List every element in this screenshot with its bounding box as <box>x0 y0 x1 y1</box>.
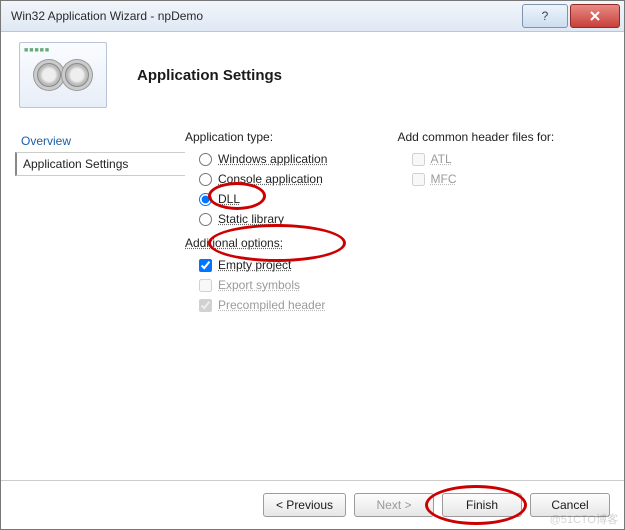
main-panel: Application type: Windows application Co… <box>185 122 610 480</box>
header: ■■■■■ Application Settings <box>1 32 624 116</box>
sidebar-item-application-settings[interactable]: Application Settings <box>15 152 185 176</box>
checkbox-input <box>412 153 425 166</box>
radio-input[interactable] <box>199 153 212 166</box>
footer: < Previous Next > Finish Cancel <box>1 480 624 529</box>
radio-dll[interactable]: DLL <box>199 190 398 208</box>
sidebar: Overview Application Settings <box>15 122 185 480</box>
checkbox-input <box>412 173 425 186</box>
next-button: Next > <box>354 493 434 517</box>
page-title: Application Settings <box>137 67 282 84</box>
left-column: Application type: Windows application Co… <box>185 130 398 480</box>
app-type-label: Application type: <box>185 130 398 144</box>
checkbox-input[interactable] <box>199 259 212 272</box>
checkbox-label: ATL <box>431 152 452 166</box>
check-atl: ATL <box>412 150 611 168</box>
close-icon <box>590 11 600 21</box>
radio-input[interactable] <box>199 213 212 226</box>
wizard-banner-icon: ■■■■■ <box>19 42 107 108</box>
radio-windows-app[interactable]: Windows application <box>199 150 398 168</box>
titlebar: Win32 Application Wizard - npDemo ? <box>1 1 624 32</box>
body: Overview Application Settings Applicatio… <box>1 116 624 480</box>
close-button[interactable] <box>570 4 620 28</box>
check-empty-project[interactable]: Empty project <box>199 256 398 274</box>
previous-button[interactable]: < Previous <box>263 493 346 517</box>
window-title: Win32 Application Wizard - npDemo <box>11 9 520 23</box>
checkbox-label: Precompiled header <box>218 298 325 312</box>
radio-label: Static library <box>218 212 284 226</box>
radio-static-library[interactable]: Static library <box>199 210 398 228</box>
checkbox-label: MFC <box>431 172 457 186</box>
checkbox-label: Empty project <box>218 258 291 272</box>
watermark: @51CTO博客 <box>550 511 618 527</box>
radio-input[interactable] <box>199 193 212 206</box>
additional-options-label: Additional options: <box>185 236 398 250</box>
checkbox-label: Export symbols <box>218 278 300 292</box>
gear-icon <box>65 63 89 87</box>
help-button[interactable]: ? <box>522 4 568 28</box>
check-mfc: MFC <box>412 170 611 188</box>
radio-label: Console application <box>218 172 323 186</box>
radio-label: DLL <box>218 192 240 206</box>
gear-icon <box>37 63 61 87</box>
check-export-symbols: Export symbols <box>199 276 398 294</box>
checkbox-input <box>199 299 212 312</box>
headers-label: Add common header files for: <box>398 130 611 144</box>
radio-console-app[interactable]: Console application <box>199 170 398 188</box>
checkbox-input <box>199 279 212 292</box>
sidebar-item-overview[interactable]: Overview <box>15 130 185 152</box>
check-precompiled-header: Precompiled header <box>199 296 398 314</box>
radio-input[interactable] <box>199 173 212 186</box>
right-column: Add common header files for: ATL MFC <box>398 130 611 480</box>
finish-button[interactable]: Finish <box>442 493 522 517</box>
radio-label: Windows application <box>218 152 327 166</box>
wizard-window: Win32 Application Wizard - npDemo ? ■■■■… <box>0 0 625 530</box>
titlebar-buttons: ? <box>520 4 620 28</box>
